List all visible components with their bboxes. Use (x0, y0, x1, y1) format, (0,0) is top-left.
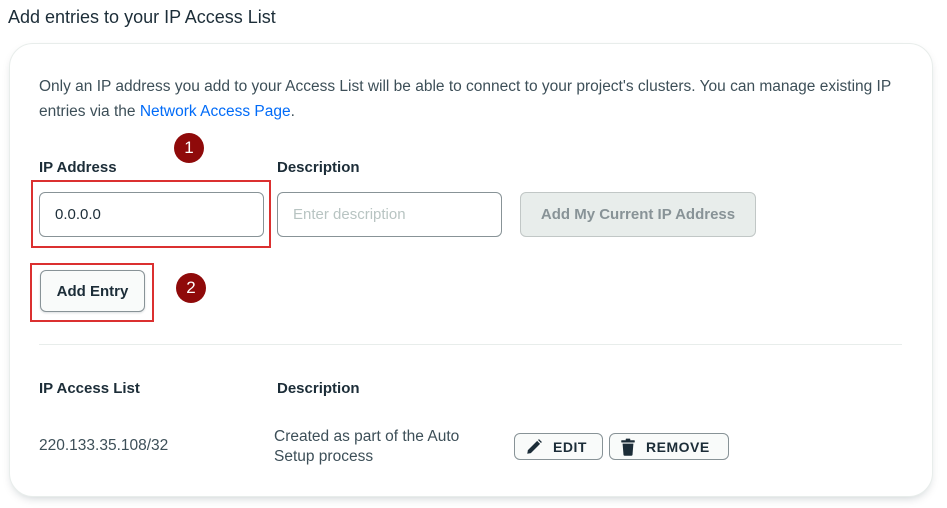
description-label: Description (277, 159, 360, 176)
pencil-icon (525, 438, 543, 456)
remove-label: REMOVE (646, 438, 710, 455)
ip-address-input[interactable] (39, 192, 264, 237)
page-title: Add entries to your IP Access List (8, 7, 276, 27)
trash-icon (620, 438, 636, 456)
step-1-badge: 1 (174, 133, 204, 163)
add-current-ip-button[interactable]: Add My Current IP Address (520, 192, 756, 237)
step-2-badge: 2 (176, 273, 206, 303)
divider (39, 344, 902, 345)
column-header-ip: IP Access List (39, 380, 140, 397)
intro-text: Only an IP address you add to your Acces… (39, 74, 909, 124)
description-input[interactable] (277, 192, 502, 237)
edit-label: EDIT (553, 438, 587, 455)
edit-button[interactable]: EDIT (514, 433, 603, 460)
ip-address-label: IP Address (39, 159, 117, 176)
row-ip: 220.133.35.108/32 (39, 437, 169, 454)
intro-suffix: . (290, 103, 295, 120)
network-access-page-link[interactable]: Network Access Page (140, 103, 291, 120)
row-description: Created as part of the Auto Setup proces… (274, 428, 460, 465)
remove-button[interactable]: REMOVE (609, 433, 729, 460)
add-entry-button[interactable]: Add Entry (40, 270, 145, 312)
column-header-description: Description (277, 380, 360, 397)
